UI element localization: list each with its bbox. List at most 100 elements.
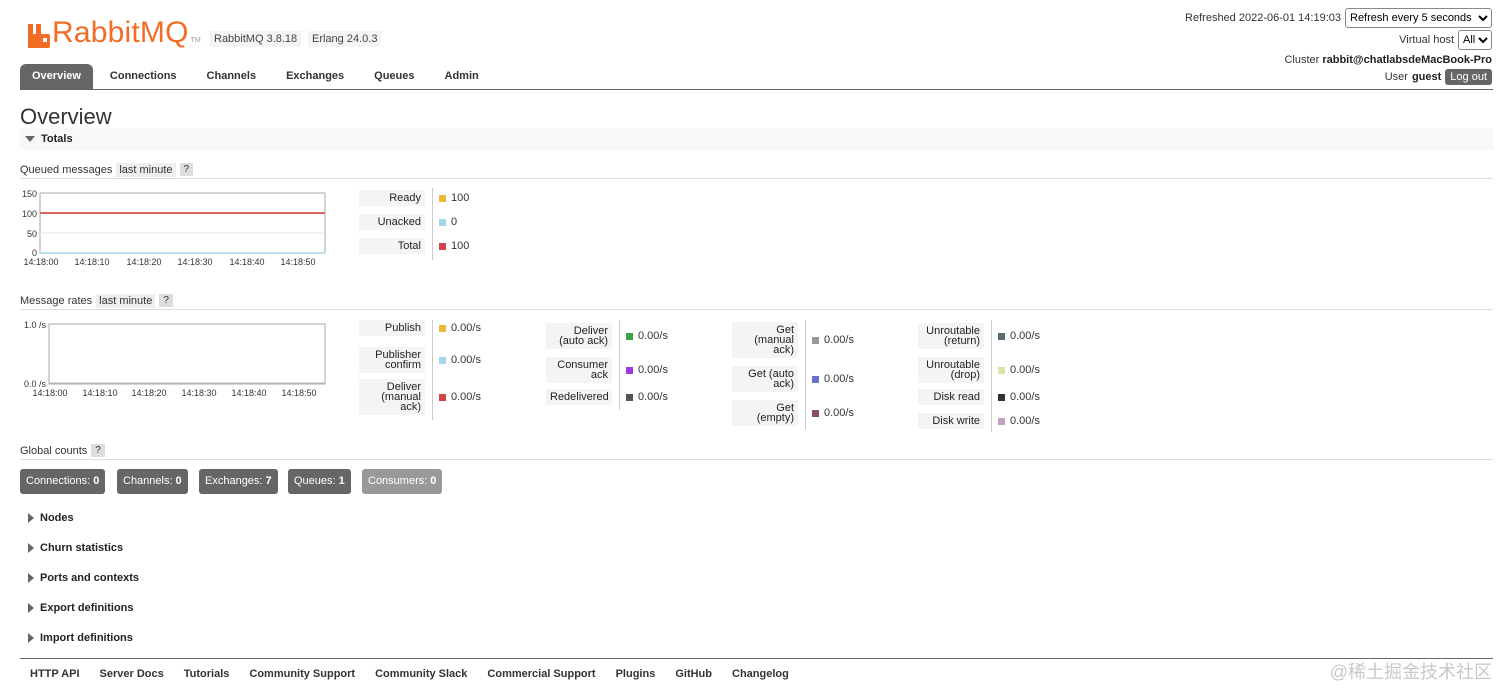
footer-link-commercial-support[interactable]: Commercial Support bbox=[487, 668, 595, 680]
section-ports-and-contexts[interactable]: Ports and contexts bbox=[20, 567, 1493, 589]
legend-swatch bbox=[439, 324, 446, 332]
channels-count-button[interactable]: Channels: 0 bbox=[117, 469, 188, 494]
legend-swatch bbox=[998, 393, 1005, 401]
consumers-count-button[interactable]: Consumers: 0 bbox=[362, 469, 443, 494]
count-value: 1 bbox=[338, 475, 345, 487]
legend-value-text: 0.00/s bbox=[824, 407, 854, 419]
section-title: Import definitions bbox=[40, 632, 133, 644]
expand-arrow-icon bbox=[28, 543, 34, 553]
queued-range-selector[interactable]: last minute bbox=[116, 162, 176, 177]
erlang-version: Erlang 24.0.3 bbox=[308, 31, 382, 47]
x-tick: 14:18:00 bbox=[23, 257, 58, 267]
legend-label-line: ack) bbox=[400, 401, 421, 413]
legend-label-line: (drop) bbox=[950, 369, 980, 381]
legend-swatch bbox=[626, 393, 633, 401]
x-tick: 14:18:20 bbox=[131, 388, 166, 398]
legend-label: Total bbox=[359, 238, 425, 254]
legend-row: Publisher confirm 0.00/s bbox=[359, 347, 481, 373]
global-counts-header: Global counts ? bbox=[20, 442, 1493, 460]
legend-row: Disk read 0.00/s bbox=[918, 389, 1040, 405]
legend-value-text: 100 bbox=[451, 192, 470, 204]
rates-help-button[interactable]: ? bbox=[159, 294, 173, 307]
legend-label-line: ack) bbox=[773, 378, 794, 390]
count-label: Exchanges: bbox=[205, 475, 263, 487]
section-import-definitions[interactable]: Import definitions bbox=[20, 627, 1493, 649]
legend-value: 0.00/s bbox=[439, 391, 481, 403]
expand-arrow-icon bbox=[28, 513, 34, 523]
section-title: Churn statistics bbox=[40, 542, 124, 554]
x-tick: 14:18:00 bbox=[32, 388, 67, 398]
legend-label: Unacked bbox=[359, 214, 425, 230]
section-churn-statistics[interactable]: Churn statistics bbox=[20, 537, 1493, 559]
tab-channels[interactable]: Channels bbox=[194, 64, 270, 89]
tab-queues[interactable]: Queues bbox=[361, 64, 427, 89]
x-tick: 14:18:50 bbox=[281, 388, 316, 398]
count-label: Connections: bbox=[26, 475, 91, 487]
expand-arrow-icon bbox=[28, 573, 34, 583]
footer-link-server-docs[interactable]: Server Docs bbox=[100, 668, 164, 680]
totals-title: Totals bbox=[41, 133, 73, 145]
count-value: 7 bbox=[265, 475, 272, 487]
legend-value-text: 0.00/s bbox=[1010, 391, 1040, 403]
legend-value-text: 0.00/s bbox=[638, 364, 668, 376]
connections-count-button[interactable]: Connections: 0 bbox=[20, 469, 106, 494]
refresh-interval-select[interactable]: Refresh every 5 seconds bbox=[1345, 8, 1492, 28]
footer-link-changelog[interactable]: Changelog bbox=[732, 668, 789, 680]
rabbitmq-logo[interactable]: RabbitMQ TM bbox=[28, 14, 201, 48]
legend-value: 0.00/s bbox=[439, 322, 481, 334]
legend-row: Get (empty) 0.00/s bbox=[732, 400, 854, 426]
legend-value: 0.00/s bbox=[626, 364, 668, 376]
legend-row: Ready 100 bbox=[359, 190, 469, 206]
legend-value-text: 0.00/s bbox=[824, 334, 854, 346]
tab-exchanges[interactable]: Exchanges bbox=[273, 64, 357, 89]
legend-label-line: Disk read bbox=[933, 391, 980, 403]
legend-row: Publish 0.00/s bbox=[359, 320, 481, 336]
footer-link-community-slack[interactable]: Community Slack bbox=[375, 668, 467, 680]
footer-link-plugins[interactable]: Plugins bbox=[616, 668, 656, 680]
legend-swatch bbox=[439, 242, 446, 250]
rates-range-selector[interactable]: last minute bbox=[96, 293, 156, 308]
vhost-select[interactable]: All bbox=[1458, 30, 1492, 50]
legend-label-line: (empty) bbox=[756, 412, 794, 424]
queued-help-button[interactable]: ? bbox=[179, 163, 194, 176]
legend-value: 0.00/s bbox=[998, 391, 1040, 403]
legend-value-text: 0 bbox=[451, 216, 458, 228]
legend-row: Disk write 0.00/s bbox=[918, 413, 1040, 429]
queued-messages-chart: 150 100 50 0 14:18:00 14:18:10 14:18:20 … bbox=[20, 188, 330, 268]
section-export-definitions[interactable]: Export definitions bbox=[20, 597, 1493, 619]
legend-label-line: (return) bbox=[943, 335, 980, 347]
legend-value-text: 0.00/s bbox=[451, 322, 481, 334]
queues-count-button[interactable]: Queues: 1 bbox=[288, 469, 351, 494]
section-title: Ports and contexts bbox=[40, 572, 140, 584]
footer-link-github[interactable]: GitHub bbox=[675, 668, 712, 680]
global-help-button[interactable]: ? bbox=[91, 444, 105, 457]
legend-label-line: Publish bbox=[384, 322, 421, 334]
legend-value: 0.00/s bbox=[998, 330, 1040, 342]
legend-swatch bbox=[998, 417, 1005, 425]
y-tick: 150 bbox=[22, 189, 37, 199]
exchanges-count-button[interactable]: Exchanges: 7 bbox=[199, 469, 278, 494]
count-label: Queues: bbox=[294, 475, 336, 487]
legend-label: Get (auto ack) bbox=[732, 366, 798, 392]
legend-value: 0.00/s bbox=[998, 364, 1040, 376]
tab-admin[interactable]: Admin bbox=[432, 64, 492, 89]
legend-swatch bbox=[812, 375, 819, 383]
global-counts-title: Global counts bbox=[20, 444, 88, 457]
footer-link-http-api[interactable]: HTTP API bbox=[30, 668, 80, 680]
footer-link-community-support[interactable]: Community Support bbox=[249, 668, 355, 680]
logo-text: RabbitMQ bbox=[52, 16, 189, 49]
section-nodes[interactable]: Nodes bbox=[20, 507, 1493, 529]
legend-swatch bbox=[439, 218, 446, 226]
page-title: Overview bbox=[20, 104, 112, 129]
tab-connections[interactable]: Connections bbox=[97, 64, 190, 89]
refreshed-timestamp: Refreshed 2022-06-01 14:19:03 bbox=[1185, 12, 1341, 24]
vhost-label: Virtual host bbox=[1399, 34, 1454, 46]
legend-value: 0.00/s bbox=[812, 334, 854, 346]
legend-value-text: 0.00/s bbox=[1010, 364, 1040, 376]
tab-overview[interactable]: Overview bbox=[20, 64, 93, 89]
x-tick: 14:18:10 bbox=[74, 257, 109, 267]
footer-link-tutorials[interactable]: Tutorials bbox=[184, 668, 230, 680]
totals-section-toggle[interactable]: Totals bbox=[20, 128, 1493, 150]
count-value: 0 bbox=[93, 475, 100, 487]
section-title: Export definitions bbox=[40, 602, 134, 614]
